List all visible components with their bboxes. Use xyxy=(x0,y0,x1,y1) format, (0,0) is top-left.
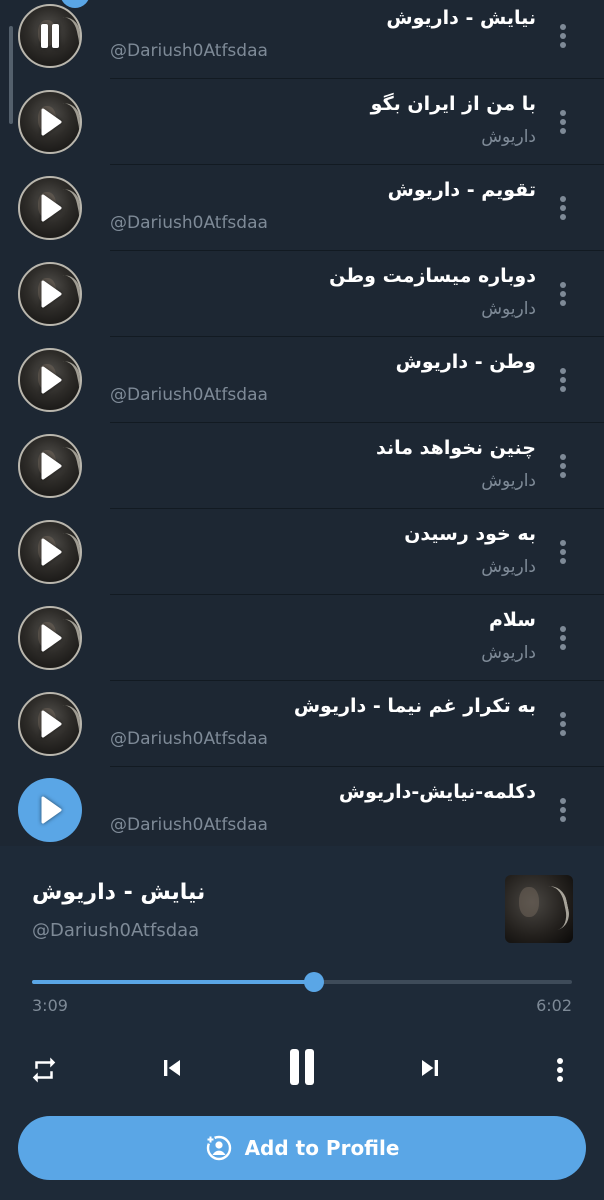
total-time: 6:02 xyxy=(536,996,572,1015)
previous-button[interactable] xyxy=(150,1046,194,1090)
play-pause-button[interactable] xyxy=(278,1042,326,1092)
more-vertical-icon xyxy=(560,626,566,650)
track-more-button[interactable] xyxy=(548,18,578,54)
track-more-button[interactable] xyxy=(548,792,578,828)
track-title: چنین نخواهد ماند xyxy=(376,437,536,459)
more-vertical-icon xyxy=(560,368,566,392)
track-row[interactable]: دوباره میسازمت وطن داریوش xyxy=(0,251,604,337)
track-artist: @Dariush0Atfsdaa xyxy=(110,729,268,749)
track-more-button[interactable] xyxy=(548,620,578,656)
play-icon xyxy=(41,452,62,480)
track-row[interactable]: سلام داریوش xyxy=(0,595,604,681)
more-vertical-icon xyxy=(557,1058,563,1082)
track-row[interactable]: تقویم - داریوش @Dariush0Atfsdaa xyxy=(0,165,604,251)
add-to-profile-label: Add to Profile xyxy=(244,1136,400,1160)
track-artist: @Dariush0Atfsdaa xyxy=(110,815,268,835)
track-artist: داریوش xyxy=(481,471,536,491)
track-play-button[interactable] xyxy=(18,90,82,154)
track-artist: @Dariush0Atfsdaa xyxy=(110,213,268,233)
now-playing-panel: نیایش - داریوش @Dariush0Atfsdaa 3:09 6:0… xyxy=(0,846,604,1200)
track-play-button[interactable] xyxy=(18,778,82,842)
track-title: با من از ایران بگو xyxy=(370,93,536,115)
more-vertical-icon xyxy=(560,282,566,306)
track-artist: داریوش xyxy=(481,299,536,319)
play-icon xyxy=(41,538,62,566)
track-more-button[interactable] xyxy=(548,362,578,398)
repeat-button[interactable] xyxy=(22,1048,66,1092)
more-vertical-icon xyxy=(560,24,566,48)
more-vertical-icon xyxy=(560,454,566,478)
track-title: سلام xyxy=(488,609,536,631)
track-more-button[interactable] xyxy=(548,104,578,140)
player-more-button[interactable] xyxy=(546,1048,574,1092)
more-vertical-icon xyxy=(560,712,566,736)
track-title: به خود رسیدن xyxy=(404,523,536,545)
now-playing-artist: @Dariush0Atfsdaa xyxy=(32,920,200,941)
track-row[interactable]: نیایش - داریوش @Dariush0Atfsdaa xyxy=(0,0,604,79)
now-playing-title: نیایش - داریوش xyxy=(32,880,206,905)
track-play-button[interactable] xyxy=(18,692,82,756)
pause-icon xyxy=(41,24,59,48)
track-artist: داریوش xyxy=(481,643,536,663)
track-play-button[interactable] xyxy=(18,520,82,584)
track-title: تقویم - داریوش xyxy=(387,179,536,201)
track-row[interactable]: به تکرار غم نیما - داریوش @Dariush0Atfsda… xyxy=(0,681,604,767)
track-row[interactable]: به خود رسیدن داریوش xyxy=(0,509,604,595)
playlist: نیایش - داریوش @Dariush0Atfsdaa با من از ا… xyxy=(0,0,604,846)
add-to-profile-button[interactable]: Add to Profile xyxy=(18,1116,586,1180)
more-vertical-icon xyxy=(560,110,566,134)
track-play-button[interactable] xyxy=(18,4,82,68)
track-row[interactable]: دکلمه-نیایش-داریوش @Dariush0Atfsdaa xyxy=(0,767,604,846)
track-play-button[interactable] xyxy=(18,606,82,670)
play-icon xyxy=(41,108,62,136)
track-title: وطن - داریوش xyxy=(395,351,536,373)
track-artist: @Dariush0Atfsdaa xyxy=(110,385,268,405)
track-play-button[interactable] xyxy=(18,262,82,326)
track-title: دکلمه-نیایش-داریوش xyxy=(338,781,536,803)
add-profile-icon xyxy=(205,1135,231,1161)
track-artist: @Dariush0Atfsdaa xyxy=(110,41,268,61)
track-more-button[interactable] xyxy=(548,190,578,226)
track-play-button[interactable] xyxy=(18,176,82,240)
track-more-button[interactable] xyxy=(548,706,578,742)
track-row[interactable]: چنین نخواهد ماند داریوش xyxy=(0,423,604,509)
next-button[interactable] xyxy=(408,1046,452,1090)
track-more-button[interactable] xyxy=(548,448,578,484)
skip-previous-icon xyxy=(164,1060,180,1076)
now-playing-cover xyxy=(505,875,573,943)
play-icon xyxy=(41,624,62,652)
track-more-button[interactable] xyxy=(548,276,578,312)
track-more-button[interactable] xyxy=(548,534,578,570)
track-title: دوباره میسازمت وطن xyxy=(329,265,536,287)
more-vertical-icon xyxy=(560,798,566,822)
pause-icon xyxy=(290,1049,314,1085)
play-icon xyxy=(41,280,62,308)
track-artist: داریوش xyxy=(481,557,536,577)
play-icon xyxy=(41,194,62,222)
skip-next-icon xyxy=(422,1060,438,1076)
current-time: 3:09 xyxy=(32,996,68,1015)
more-vertical-icon xyxy=(560,540,566,564)
track-play-button[interactable] xyxy=(18,434,82,498)
play-icon xyxy=(41,710,62,738)
track-title: به تکرار غم نیما - داریوش xyxy=(293,695,536,717)
track-title: نیایش - داریوش xyxy=(386,7,536,29)
seek-bar[interactable] xyxy=(32,972,572,992)
seek-bar-thumb[interactable] xyxy=(303,972,324,992)
repeat-icon xyxy=(32,1057,56,1083)
play-icon xyxy=(41,366,62,394)
play-icon xyxy=(41,796,62,824)
track-row[interactable]: وطن - داریوش @Dariush0Atfsdaa xyxy=(0,337,604,423)
track-play-button[interactable] xyxy=(18,348,82,412)
track-row[interactable]: با من از ایران بگو داریوش xyxy=(0,79,604,165)
track-artist: داریوش xyxy=(481,127,536,147)
more-vertical-icon xyxy=(560,196,566,220)
seek-bar-progress xyxy=(32,980,314,984)
